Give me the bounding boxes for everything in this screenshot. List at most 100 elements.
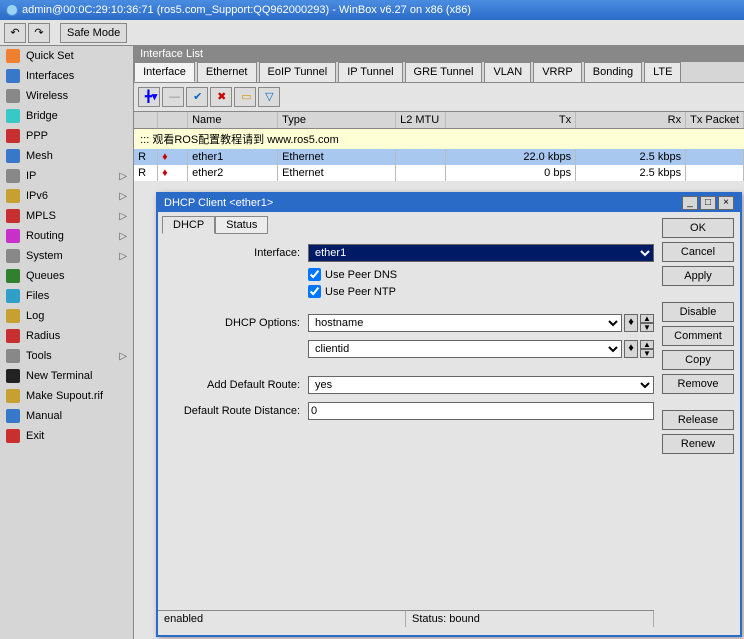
interface-list-title: Interface List <box>134 46 744 62</box>
close-button[interactable]: × <box>718 196 734 210</box>
window-titlebar: admin@00:0C:29:10:36:71 (ros5.com_Suppor… <box>0 0 744 20</box>
safe-mode-button[interactable]: Safe Mode <box>60 23 127 43</box>
interface-toolbar: ╋▾ — ✔ ✖ ▭ ▽ <box>134 83 744 111</box>
maximize-button[interactable]: □ <box>700 196 716 210</box>
default-route-distance-input[interactable] <box>308 402 654 420</box>
tab-vrrp[interactable]: VRRP <box>533 62 582 82</box>
col-header[interactable]: Name <box>188 112 278 128</box>
sidebar-item-mesh[interactable]: Mesh <box>0 146 133 166</box>
add-default-route-select[interactable]: yes <box>308 376 654 394</box>
status-enabled: enabled <box>158 611 406 627</box>
sidebar-item-new-terminal[interactable]: New Terminal <box>0 366 133 386</box>
dhcp-client-dialog: DHCP Client <ether1> _ □ × DHCPStatus In… <box>156 192 742 637</box>
option1-clear-button[interactable]: ♦ <box>624 314 638 332</box>
dialog-tabs: DHCPStatus <box>162 216 654 234</box>
sidebar-item-mpls[interactable]: MPLS▷ <box>0 206 133 226</box>
status-bound: Status: bound <box>406 611 654 627</box>
add-default-route-label: Add Default Route: <box>158 379 308 391</box>
col-header[interactable]: Rx <box>576 112 686 128</box>
sidebar-item-tools[interactable]: Tools▷ <box>0 346 133 366</box>
tab-ethernet[interactable]: Ethernet <box>197 62 257 82</box>
tab-interface[interactable]: Interface <box>134 62 195 82</box>
sidebar-item-log[interactable]: Log <box>0 306 133 326</box>
sidebar-item-exit[interactable]: Exit <box>0 426 133 446</box>
dhcp-option2-select[interactable]: clientid <box>308 340 622 358</box>
col-header[interactable]: Tx Packet <box>686 112 744 128</box>
apply-button[interactable]: Apply <box>662 266 734 286</box>
option1-down-button[interactable]: ▼ <box>640 323 654 332</box>
remove-button[interactable]: — <box>162 87 184 107</box>
sidebar-item-queues[interactable]: Queues <box>0 266 133 286</box>
option2-clear-button[interactable]: ♦ <box>624 340 638 358</box>
sidebar-item-system[interactable]: System▷ <box>0 246 133 266</box>
option2-up-button[interactable]: ▲ <box>640 340 654 349</box>
grid-note: ::: 观看ROS配置教程请到 www.ros5.com <box>134 129 744 149</box>
interface-tabs: InterfaceEthernetEoIP TunnelIP TunnelGRE… <box>134 62 744 83</box>
interface-select[interactable]: ether1 <box>308 244 654 262</box>
grid-header: NameTypeL2 MTUTxRxTx Packet <box>134 111 744 129</box>
dialog-statusbar: enabled Status: bound <box>158 610 654 627</box>
dhcp-options-label: DHCP Options: <box>158 317 308 329</box>
enable-button[interactable]: ✔ <box>186 87 208 107</box>
dialog-tab-status[interactable]: Status <box>215 216 268 234</box>
col-header[interactable] <box>134 112 158 128</box>
use-peer-ntp-label: Use Peer NTP <box>325 286 396 298</box>
comment-button[interactable]: ▭ <box>234 87 256 107</box>
tab-bonding[interactable]: Bonding <box>584 62 642 82</box>
tab-vlan[interactable]: VLAN <box>484 62 531 82</box>
nav-sidebar: Quick SetInterfacesWirelessBridgePPPMesh… <box>0 46 134 639</box>
sidebar-item-ipv6[interactable]: IPv6▷ <box>0 186 133 206</box>
sidebar-item-interfaces[interactable]: Interfaces <box>0 66 133 86</box>
window-title: admin@00:0C:29:10:36:71 (ros5.com_Suppor… <box>22 0 471 20</box>
sidebar-item-bridge[interactable]: Bridge <box>0 106 133 126</box>
grid-rows: R♦ether1Ethernet22.0 kbps2.5 kbpsR♦ether… <box>134 149 744 181</box>
table-row[interactable]: R♦ether2Ethernet0 bps2.5 kbps <box>134 165 744 181</box>
cancel-button[interactable]: Cancel <box>662 242 734 262</box>
tab-ip-tunnel[interactable]: IP Tunnel <box>338 62 402 82</box>
col-header[interactable] <box>158 112 188 128</box>
minimize-button[interactable]: _ <box>682 196 698 210</box>
col-header[interactable]: Type <box>278 112 396 128</box>
interface-label: Interface: <box>158 247 308 259</box>
dialog-tab-dhcp[interactable]: DHCP <box>162 216 215 234</box>
sidebar-item-files[interactable]: Files <box>0 286 133 306</box>
remove-button[interactable]: Remove <box>662 374 734 394</box>
use-peer-dns-label: Use Peer DNS <box>325 269 397 281</box>
sidebar-item-radius[interactable]: Radius <box>0 326 133 346</box>
sidebar-item-routing[interactable]: Routing▷ <box>0 226 133 246</box>
col-header[interactable]: L2 MTU <box>396 112 446 128</box>
sidebar-item-ppp[interactable]: PPP <box>0 126 133 146</box>
use-peer-dns-checkbox[interactable] <box>308 268 321 281</box>
undo-button[interactable]: ↶ <box>4 23 26 43</box>
dialog-titlebar: DHCP Client <ether1> _ □ × <box>158 194 740 212</box>
option2-down-button[interactable]: ▼ <box>640 349 654 358</box>
copy-button[interactable]: Copy <box>662 350 734 370</box>
table-row[interactable]: R♦ether1Ethernet22.0 kbps2.5 kbps <box>134 149 744 165</box>
use-peer-ntp-checkbox[interactable] <box>308 285 321 298</box>
tab-lte[interactable]: LTE <box>644 62 681 82</box>
sidebar-item-wireless[interactable]: Wireless <box>0 86 133 106</box>
sidebar-item-ip[interactable]: IP▷ <box>0 166 133 186</box>
tab-gre-tunnel[interactable]: GRE Tunnel <box>405 62 483 82</box>
renew-button[interactable]: Renew <box>662 434 734 454</box>
disable-button[interactable]: ✖ <box>210 87 232 107</box>
app-icon <box>6 4 18 16</box>
main-toolbar: ↶ ↷ Safe Mode <box>0 20 744 46</box>
ok-button[interactable]: OK <box>662 218 734 238</box>
add-button[interactable]: ╋▾ <box>138 87 160 107</box>
option1-up-button[interactable]: ▲ <box>640 314 654 323</box>
default-route-distance-label: Default Route Distance: <box>158 405 308 417</box>
sidebar-item-manual[interactable]: Manual <box>0 406 133 426</box>
comment-button[interactable]: Comment <box>662 326 734 346</box>
sidebar-item-quick-set[interactable]: Quick Set <box>0 46 133 66</box>
sidebar-item-make-supout.rif[interactable]: Make Supout.rif <box>0 386 133 406</box>
disable-button[interactable]: Disable <box>662 302 734 322</box>
dhcp-option1-select[interactable]: hostname <box>308 314 622 332</box>
release-button[interactable]: Release <box>662 410 734 430</box>
col-header[interactable]: Tx <box>446 112 576 128</box>
dialog-buttons: OK Cancel Apply Disable Comment Copy Remove Rel… <box>662 212 740 635</box>
filter-button[interactable]: ▽ <box>258 87 280 107</box>
dialog-title: DHCP Client <ether1> <box>164 197 273 209</box>
tab-eoip-tunnel[interactable]: EoIP Tunnel <box>259 62 337 82</box>
redo-button[interactable]: ↷ <box>28 23 50 43</box>
